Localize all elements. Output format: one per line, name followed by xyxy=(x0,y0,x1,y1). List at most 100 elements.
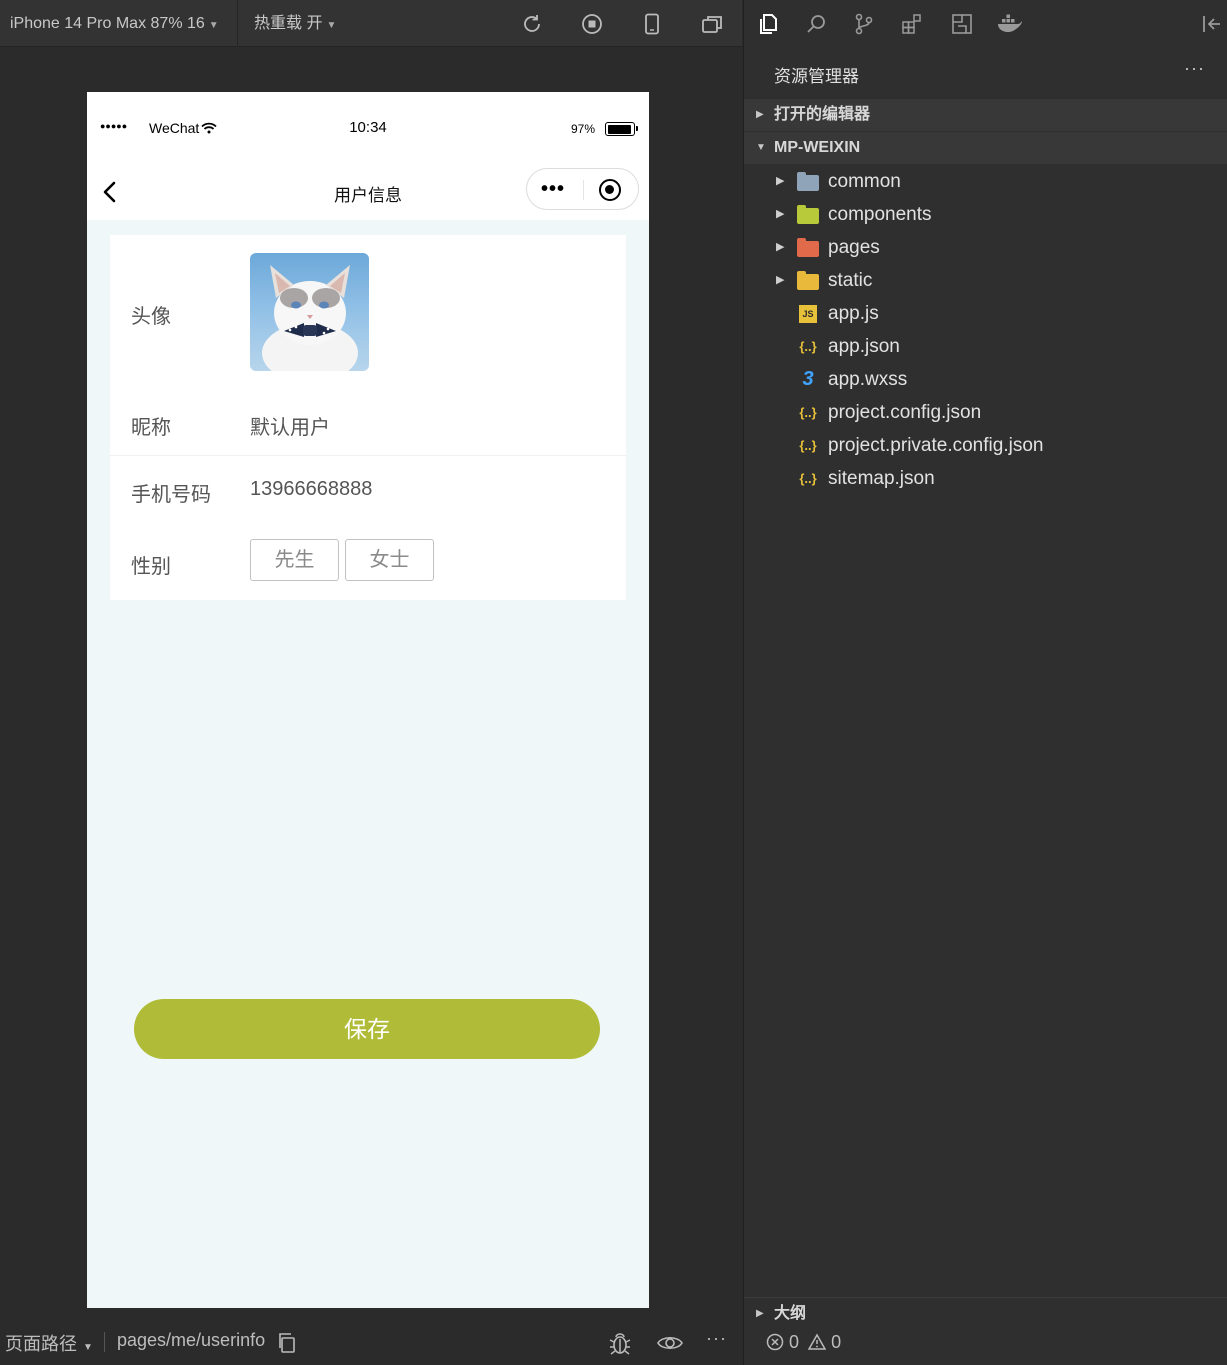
debug-bug-icon[interactable] xyxy=(607,1330,633,1356)
outline-label: 大纲 xyxy=(774,1305,807,1322)
device-selector-label: iPhone 14 Pro Max 87% 16 xyxy=(10,15,205,32)
json-file-icon: {..} xyxy=(799,339,817,354)
tree-item-app-js[interactable]: JS app.js xyxy=(744,297,1227,330)
gender-label: 性别 xyxy=(131,556,171,578)
nickname-value[interactable]: 默认用户 xyxy=(250,411,330,440)
refresh-icon[interactable] xyxy=(520,12,544,36)
cat-avatar-image xyxy=(262,265,358,371)
chevron-right-icon: ▶ xyxy=(776,208,785,220)
activity-bar xyxy=(744,0,1227,48)
tree-item-project-private-config-json[interactable]: {..} project.private.config.json xyxy=(744,429,1227,462)
tree-item-label: components xyxy=(828,204,932,225)
chevron-right-icon: ▶ xyxy=(776,274,785,286)
layout-icon[interactable] xyxy=(950,12,974,36)
hot-reload-label: 热重载 开 xyxy=(254,15,323,32)
gender-male-button[interactable]: 先生 xyxy=(250,539,339,581)
page-path-value: pages/me/userinfo xyxy=(117,1330,266,1350)
files-icon[interactable] xyxy=(756,12,780,36)
docker-icon[interactable] xyxy=(996,12,1024,36)
tree-item-app-wxss[interactable]: 3 app.wxss xyxy=(744,363,1227,396)
json-file-icon: {..} xyxy=(799,405,817,420)
json-file-icon: {..} xyxy=(799,471,817,486)
search-icon[interactable] xyxy=(804,12,828,36)
chevron-right-icon: ▶ xyxy=(756,1308,764,1319)
tree-item-app-json[interactable]: {..} app.json xyxy=(744,330,1227,363)
folder-icon xyxy=(797,238,819,257)
more-icon[interactable]: ··· xyxy=(706,1328,727,1349)
stop-icon[interactable] xyxy=(580,12,604,36)
chevron-right-icon: ▶ xyxy=(776,241,785,253)
project-name: MP-WEIXIN xyxy=(774,139,861,156)
more-icon[interactable]: ••• xyxy=(541,178,565,200)
avatar-row[interactable]: 头像 xyxy=(110,235,626,385)
bottom-divider xyxy=(104,1332,105,1352)
explorer-title: 资源管理器 xyxy=(774,67,859,86)
tree-item-label: app.js xyxy=(828,303,879,324)
tree-item-label: project.config.json xyxy=(828,402,982,423)
tree-item-pages[interactable]: ▶ pages xyxy=(744,231,1227,264)
problems-status[interactable]: 0 0 xyxy=(766,1332,841,1353)
warning-icon xyxy=(807,1333,827,1350)
open-editors-section[interactable]: ▶ 打开的编辑器 xyxy=(744,99,1227,131)
menu-capsule: ••• xyxy=(526,168,639,210)
chevron-down-icon: ▼ xyxy=(756,142,766,153)
tree-item-static[interactable]: ▶ static xyxy=(744,264,1227,297)
phone-row[interactable]: 手机号码 13966668888 xyxy=(110,456,626,526)
tree-item-label: sitemap.json xyxy=(828,468,935,489)
save-button[interactable]: 保存 xyxy=(134,999,600,1059)
source-control-icon[interactable] xyxy=(852,12,876,36)
open-editors-label: 打开的编辑器 xyxy=(774,106,871,123)
page-path-selector[interactable]: 页面路径 ▼ xyxy=(5,1330,93,1356)
gender-row: 性别 先生 女士 xyxy=(110,526,626,600)
tree-item-label: static xyxy=(828,270,873,291)
chevron-down-icon: ▼ xyxy=(326,20,337,31)
close-miniprogram-icon[interactable] xyxy=(599,179,621,201)
outline-section[interactable]: ▶ 大纲 xyxy=(744,1297,1227,1327)
js-file-icon: JS xyxy=(799,305,817,323)
error-count: 0 xyxy=(789,1332,800,1352)
project-section[interactable]: ▼ MP-WEIXIN xyxy=(744,132,1227,164)
battery-percent: 97% xyxy=(571,122,596,136)
more-icon[interactable]: ··· xyxy=(1184,58,1205,79)
avatar[interactable] xyxy=(250,253,369,371)
tree-item-label: common xyxy=(828,171,901,192)
tree-item-sitemap-json[interactable]: {..} sitemap.json xyxy=(744,462,1227,495)
copy-icon[interactable] xyxy=(277,1332,297,1354)
tree-item-label: pages xyxy=(828,237,880,258)
nickname-row[interactable]: 昵称 默认用户 xyxy=(110,385,626,455)
simulator-toolbar: iPhone 14 Pro Max 87% 16 ▼ 热重载 开 ▼ xyxy=(0,0,742,47)
gender-female-button[interactable]: 女士 xyxy=(345,539,434,581)
device-selector[interactable]: iPhone 14 Pro Max 87% 16 ▼ xyxy=(10,0,219,47)
tree-item-label: project.private.config.json xyxy=(828,435,1044,456)
chevron-down-icon: ▼ xyxy=(83,1342,93,1353)
battery-icon xyxy=(605,122,638,136)
explorer-panel: 资源管理器 ··· ▶ 打开的编辑器 ▼ MP-WEIXIN ▶ common ▶ c… xyxy=(743,0,1227,1365)
tree-item-label: app.wxss xyxy=(828,369,908,390)
detach-window-icon[interactable] xyxy=(700,12,724,36)
collapse-panel-icon[interactable] xyxy=(1200,12,1224,36)
tree-item-components[interactable]: ▶ components xyxy=(744,198,1227,231)
status-bar: ●●●●● WeChat 10:34 97% xyxy=(87,92,649,164)
error-icon xyxy=(766,1333,784,1351)
chevron-down-icon: ▼ xyxy=(208,20,219,31)
simulator-bottom-bar: 页面路径 ▼ pages/me/userinfo ··· xyxy=(0,1320,742,1365)
avatar-label: 头像 xyxy=(131,306,171,328)
css-file-icon: 3 xyxy=(802,368,814,390)
folder-icon xyxy=(797,172,819,191)
tree-item-common[interactable]: ▶ common xyxy=(744,165,1227,198)
phone-icon[interactable] xyxy=(640,12,664,36)
capsule-divider xyxy=(583,180,584,200)
navigation-bar: 用户信息 ••• xyxy=(87,164,649,220)
eye-icon[interactable] xyxy=(656,1332,684,1354)
hot-reload-selector[interactable]: 热重载 开 ▼ xyxy=(254,0,336,47)
chevron-right-icon: ▶ xyxy=(776,175,785,187)
folder-icon xyxy=(797,271,819,290)
json-file-icon: {..} xyxy=(799,438,817,453)
nickname-label: 昵称 xyxy=(131,417,171,439)
phone-screen: ●●●●● WeChat 10:34 97% 用户信息 ••• 头像 昵称 默认… xyxy=(87,92,649,1308)
warning-count: 0 xyxy=(831,1332,842,1352)
extensions-icon[interactable] xyxy=(900,12,924,36)
toolbar-divider xyxy=(237,0,238,47)
tree-item-project-config-json[interactable]: {..} project.config.json xyxy=(744,396,1227,429)
phone-value[interactable]: 13966668888 xyxy=(250,478,372,501)
